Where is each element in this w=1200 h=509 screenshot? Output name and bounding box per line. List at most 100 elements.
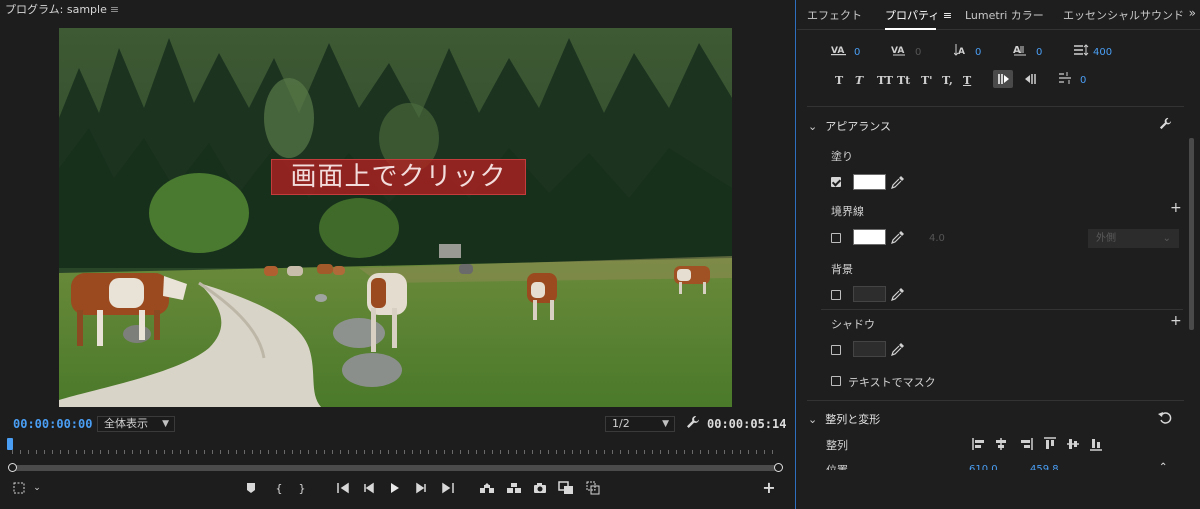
ruler-tick [612,450,613,454]
go-to-out-icon[interactable] [439,480,457,496]
ruler-tick [740,450,741,454]
scrollbar-right-handle[interactable] [774,463,783,472]
position-y-value[interactable]: 459.8 [1030,463,1059,470]
step-back-icon[interactable] [360,480,378,496]
svg-text:A: A [958,47,965,57]
shadow-color-swatch[interactable] [853,341,886,357]
comparison-view-icon[interactable] [557,480,575,496]
zoom-scrollbar[interactable] [12,465,778,471]
align-vertical-center-icon[interactable] [1066,437,1080,451]
small-caps-button[interactable]: Tt [897,74,910,87]
ruler-tick [396,450,397,454]
add-stroke-icon[interactable]: + [1170,200,1182,216]
properties-panel: エフェクト プロパティ ≡ Lumetri カラー エッセンシャルサウンド » … [797,0,1200,509]
faux-bold-button[interactable]: T [835,74,843,87]
eyedropper-icon[interactable] [891,287,905,301]
add-button-icon[interactable]: + [760,478,778,497]
position-x-value[interactable]: 610.0 [969,463,998,470]
tab-effects[interactable]: エフェクト [807,7,862,23]
in-point-icon[interactable]: { [270,480,288,496]
chevron-down-icon[interactable]: ⌄ [28,480,46,496]
chevron-up-icon[interactable]: ⌃ [1159,462,1167,470]
extract-icon[interactable] [505,480,523,496]
program-monitor-title[interactable]: プログラム: sample ≡ [5,1,119,17]
settings-wrench-icon[interactable] [686,415,700,433]
step-forward-icon[interactable] [412,480,430,496]
export-frame-icon[interactable] [531,480,549,496]
out-point-icon[interactable]: } [293,480,311,496]
playhead[interactable] [7,438,13,450]
proxy-toggle-icon[interactable] [584,480,602,496]
scrollbar-left-handle[interactable] [8,463,17,472]
subscript-button[interactable]: T, [942,74,953,87]
reset-icon[interactable] [1158,411,1172,427]
ruler-tick [556,450,557,454]
shadow-checkbox[interactable] [831,345,841,355]
tab-properties[interactable]: プロパティ ≡ [885,7,952,30]
tab-width-icon[interactable] [1057,71,1073,88]
appearance-section-header[interactable]: ⌄ アピアランス [808,118,891,134]
tab-essential-sound[interactable]: エッセンシャルサウンド [1063,7,1184,23]
tracking-value[interactable]: 0 [915,47,921,58]
background-color-swatch[interactable] [853,286,886,302]
baseline-shift-value[interactable]: 0 [975,47,981,58]
kerning-value[interactable]: 0 [854,47,860,58]
align-left-icon[interactable] [972,437,986,451]
fill-checkbox[interactable] [831,177,841,187]
safe-margins-icon[interactable] [10,480,28,496]
tsume-icon[interactable]: A [1013,43,1027,60]
all-caps-button[interactable]: TT [877,74,893,87]
ruler-tick [716,450,717,454]
superscript-button[interactable]: T' [921,74,933,87]
align-bottom-icon[interactable] [1089,437,1103,451]
kerning-icon[interactable]: VA [831,44,847,59]
wrench-icon[interactable] [1159,117,1172,133]
eyedropper-icon[interactable] [891,230,905,244]
current-timecode[interactable]: 00:00:00:00 [13,417,92,431]
tab-overflow-icon[interactable]: » [1189,6,1196,20]
play-icon[interactable] [386,480,404,496]
background-checkbox[interactable] [831,290,841,300]
leading-icon[interactable] [1073,44,1089,59]
rtl-direction-button[interactable] [1023,72,1039,89]
stroke-position-select[interactable]: 外側 ⌄ [1088,229,1179,248]
video-viewer[interactable]: 画面上でクリック [59,28,732,407]
fill-color-swatch[interactable] [853,174,886,190]
mask-with-text-checkbox[interactable] [831,376,841,386]
ruler-tick [324,450,325,454]
time-ruler[interactable] [8,440,784,454]
stroke-checkbox[interactable] [831,233,841,243]
align-top-icon[interactable] [1043,437,1057,451]
underline-button[interactable]: T [963,74,971,87]
zoom-level-select[interactable]: 全体表示 ▼ [97,416,175,432]
align-right-icon[interactable] [1019,437,1033,451]
zoom-level-value: 全体表示 [104,417,148,430]
align-horizontal-center-icon[interactable] [994,437,1008,451]
faux-italic-button[interactable]: T [855,74,863,87]
text-caption-overlay[interactable]: 画面上でクリック [271,159,526,195]
svg-text:A: A [1013,45,1021,56]
panel-menu-icon[interactable]: ≡ [110,3,119,16]
ruler-tick [332,450,333,454]
tsume-value[interactable]: 0 [1036,47,1042,58]
leading-value[interactable]: 400 [1093,47,1112,58]
marker-icon[interactable] [242,480,260,496]
eyedropper-icon[interactable] [891,175,905,189]
tab-width-value[interactable]: 0 [1080,75,1086,86]
ruler-tick [580,450,581,454]
tracking-icon[interactable]: VA [891,44,907,59]
stroke-color-swatch[interactable] [853,229,886,245]
align-transform-section-header[interactable]: ⌄ 整列と変形 [808,411,880,427]
lift-icon[interactable] [478,480,496,496]
stroke-width-value[interactable]: 4.0 [929,233,945,244]
ltr-direction-button[interactable] [993,70,1013,88]
playback-resolution-select[interactable]: 1/2 ▼ [605,416,675,432]
chevron-down-icon: ⌄ [1162,233,1171,244]
eyedropper-icon[interactable] [891,342,905,356]
baseline-shift-icon[interactable]: A [953,43,968,60]
properties-scrollbar[interactable] [1189,138,1194,330]
ruler-tick [684,450,685,454]
go-to-in-icon[interactable] [334,480,352,496]
add-shadow-icon[interactable]: + [1170,313,1182,329]
tab-lumetri-color[interactable]: Lumetri カラー [965,7,1044,23]
